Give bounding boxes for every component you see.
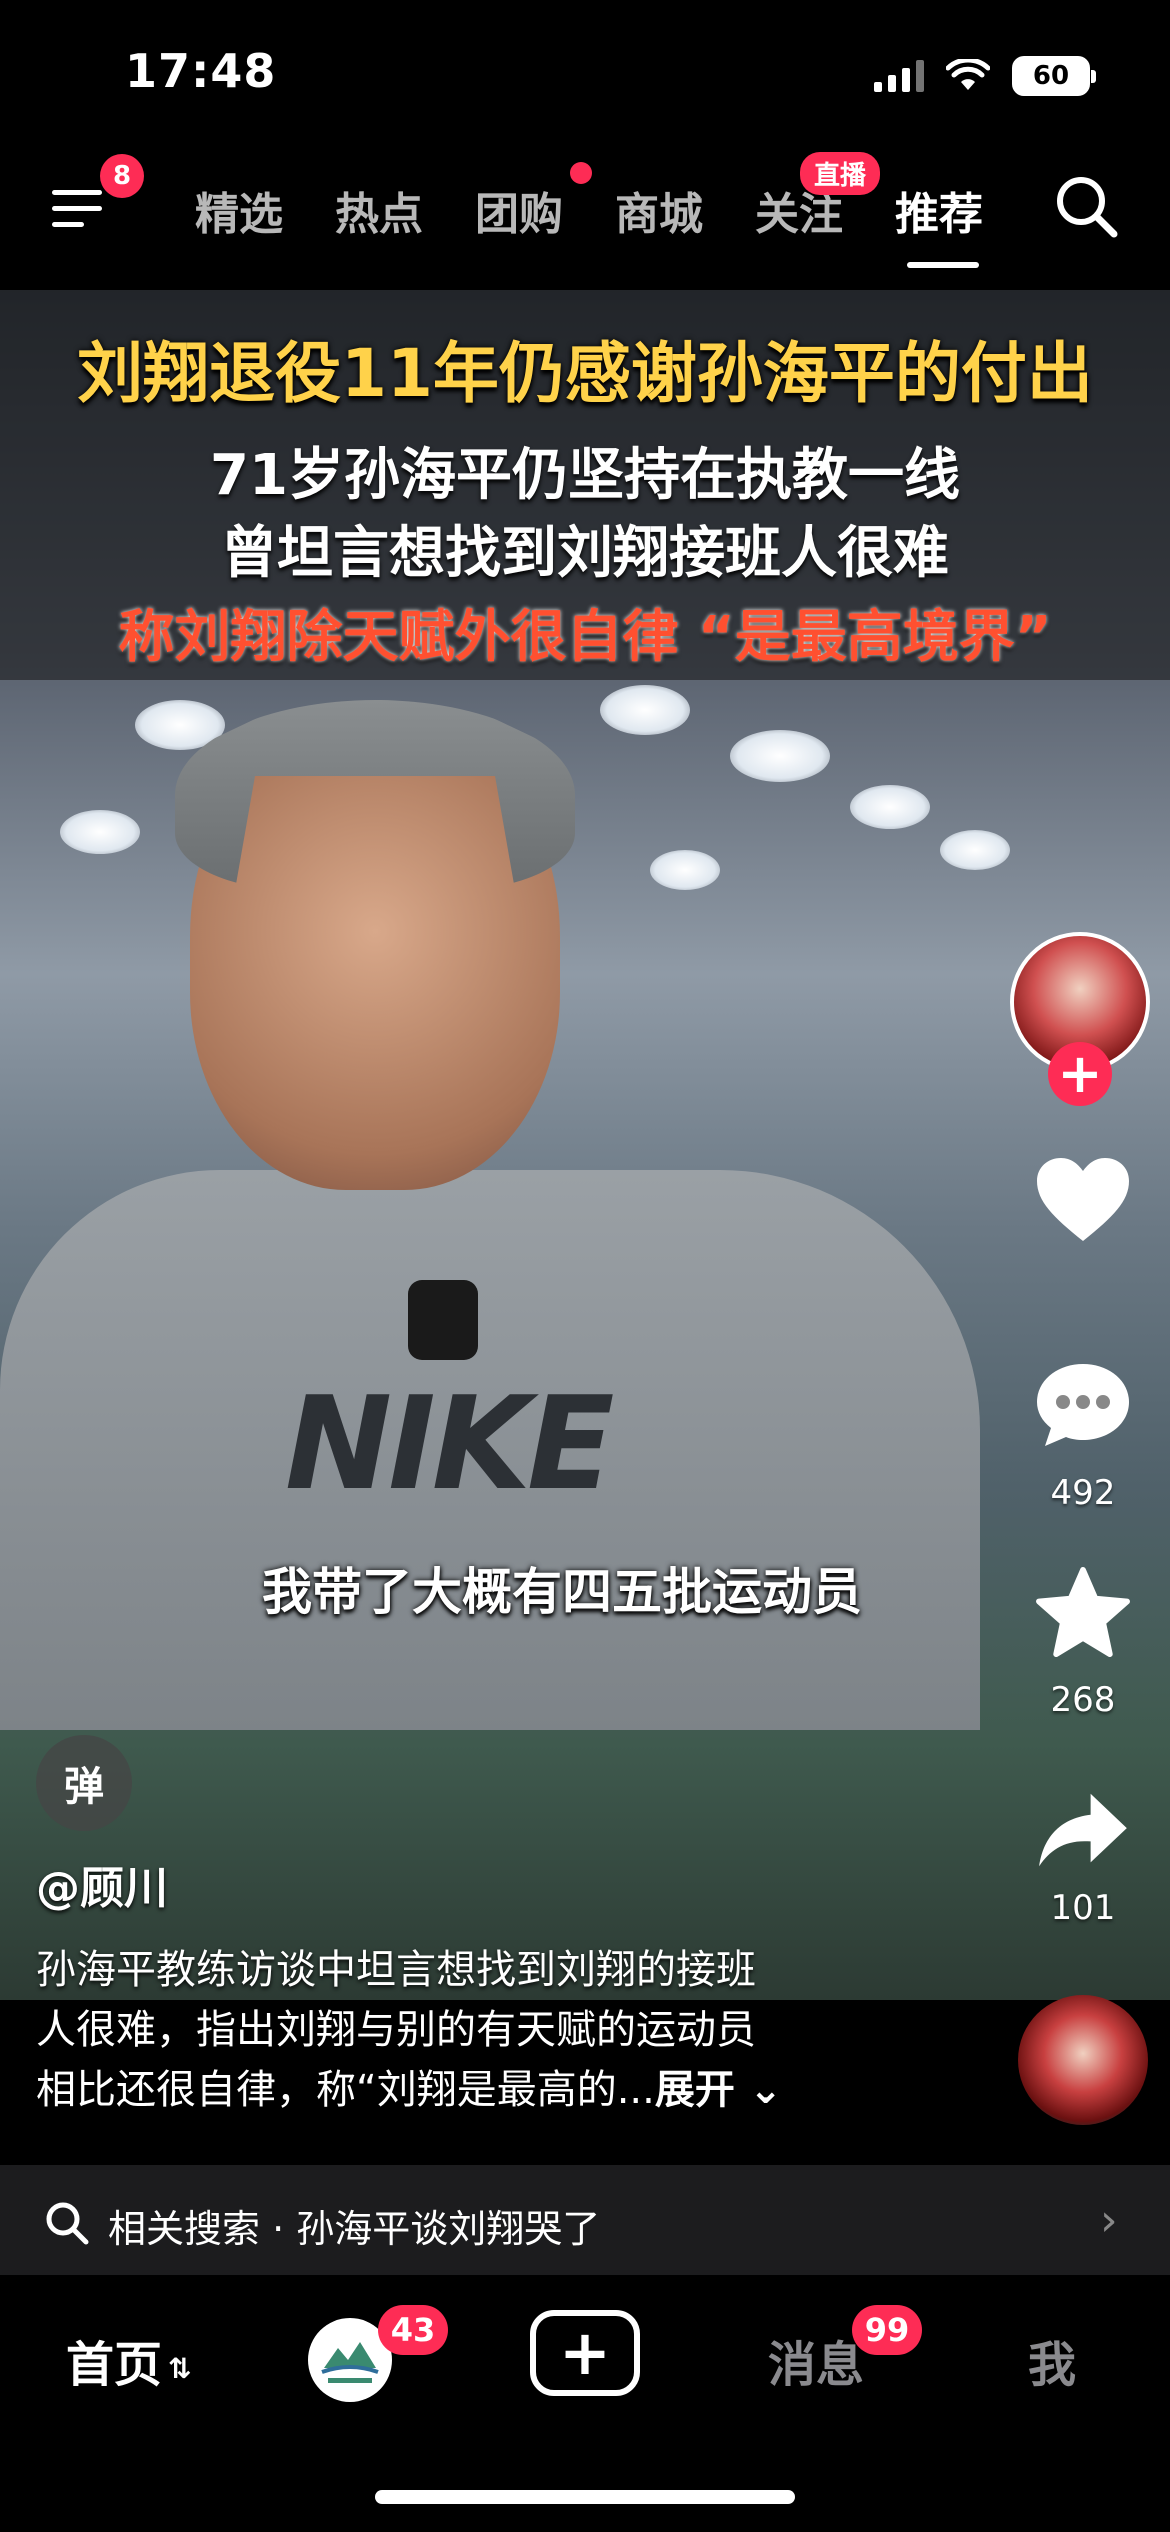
tab-featured[interactable]: 精选 [195,178,283,242]
switch-icon: ⇅ [168,2351,192,2385]
live-badge: 直播 [800,152,881,195]
headline-line-3: 曾坦言想找到刘翔接班人很难 [221,521,949,586]
description-line-3: 相比还很自律，称“刘翔是最高的...展开 ⌄ [36,2060,782,2120]
favorite-button[interactable] [1033,1562,1133,1662]
status-icons: 60 [874,56,1096,96]
author-name[interactable]: @顾川 [36,1852,168,1916]
ceiling-light [600,685,690,735]
description-text: 相比还很自律，称“刘翔是最高的... [36,2067,655,2113]
comment-button[interactable] [1033,1355,1133,1455]
ceiling-light [60,810,140,854]
video-subtitle: 我带了大概有四五批运动员 [262,1563,862,1621]
store-badge: 43 [378,2305,448,2355]
search-icon[interactable] [1052,172,1122,242]
group-buy-dot [570,162,592,184]
home-indicator [375,2490,795,2504]
related-search-text[interactable]: 相关搜索 · 孙海平谈刘翔哭了 [108,2198,600,2253]
heart-icon [1037,1158,1129,1241]
nav-me[interactable]: 我 [1028,2325,1076,2395]
tab-trending[interactable]: 热点 [335,178,423,242]
follow-button[interactable]: + [1048,1042,1112,1106]
headline-title: 刘翔退役11年仍感谢孙海平的付出 [77,335,1093,412]
headline-line-2: 71岁孙海平仍坚持在执教一线 [210,443,960,508]
messages-badge: 99 [852,2305,922,2355]
ceiling-light [730,730,830,782]
nav-messages[interactable]: 消息 [768,2325,864,2395]
ceiling-light [650,850,720,890]
share-button[interactable] [1033,1780,1133,1880]
tab-mall[interactable]: 商城 [615,178,703,242]
favorite-count: 268 [1050,1680,1116,1720]
share-arrow-icon [1039,1793,1127,1867]
status-time: 17:48 [125,44,277,98]
ceiling-light [940,830,1010,870]
comment-icon [1037,1364,1129,1446]
shirt-logo: NIKE [285,1370,614,1519]
search-icon [46,2202,89,2245]
cellular-signal-icon [874,60,924,92]
like-button[interactable] [1033,1150,1133,1250]
wifi-icon [946,59,990,90]
danmaku-toggle-button[interactable]: 弹 [36,1735,132,1831]
headline-line-4: 称刘翔除天赋外很自律 “是最高境界” [118,605,1052,670]
battery-icon: 60 [1012,56,1096,96]
star-icon [1036,1566,1130,1658]
description-line-1: 孙海平教练访谈中坦言想找到刘翔的接班 [36,1947,756,1993]
create-post-button[interactable]: + [530,2310,640,2396]
expand-button[interactable]: 展开 ⌄ [655,2067,782,2113]
music-disc-icon[interactable] [1018,1995,1148,2125]
share-count: 101 [1050,1888,1116,1928]
tab-group-buy[interactable]: 团购 [475,178,563,242]
tab-recommend[interactable]: 推荐 [895,178,983,242]
expand-label: 展开 [654,2067,735,2113]
chevron-right-icon: › [1100,2195,1118,2246]
menu-badge: 8 [100,154,144,198]
nav-home[interactable]: 首页 ⇅ [66,2325,191,2395]
active-tab-indicator [907,262,979,268]
comment-count: 492 [1050,1473,1116,1513]
ceiling-light [850,785,930,829]
video-player[interactable]: 刘翔退役11年仍感谢孙海平的付出 71岁孙海平仍坚持在执教一线 曾坦言想找到刘翔… [0,290,1170,2000]
lapel-mic [408,1280,478,1360]
menu-button[interactable] [52,180,112,240]
nav-home-label: 首页 [66,2337,163,2393]
description-line-2: 人很难，指出刘翔与别的有天赋的运动员 [36,2007,756,2053]
chevron-down-icon: ⌄ [748,2067,783,2113]
